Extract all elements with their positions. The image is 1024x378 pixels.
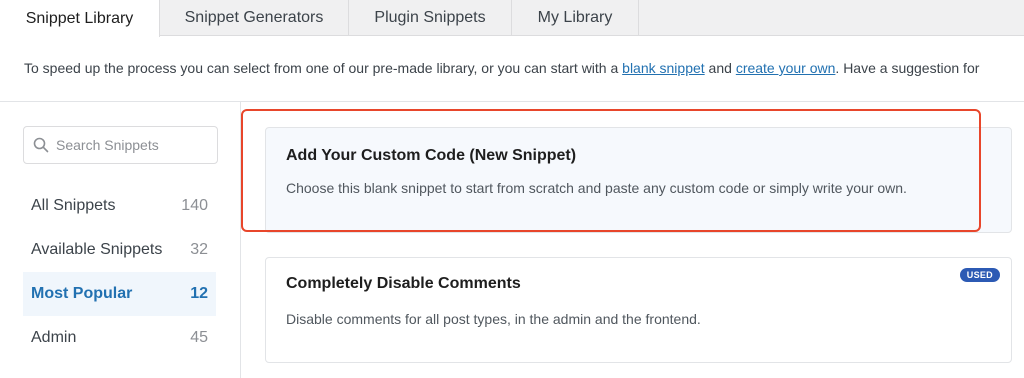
create-your-own-link[interactable]: create your own [736,60,836,76]
blank-snippet-link[interactable]: blank snippet [622,60,705,76]
category-admin[interactable]: Admin 45 [23,316,216,360]
category-count: 12 [190,285,208,302]
category-count: 45 [190,329,208,346]
intro-text-before: To speed up the process you can select f… [24,60,623,76]
category-label: Available Snippets [31,241,163,258]
tab-my-library[interactable]: My Library [512,0,639,36]
header-divider [0,101,1024,102]
card-description: Choose this blank snippet to start from … [286,180,907,196]
card-description: Disable comments for all post types, in … [286,311,701,327]
search-input[interactable] [56,135,206,155]
intro-text-middle: and [704,60,736,76]
tab-snippet-generators[interactable]: Snippet Generators [160,0,349,36]
sidebar-divider [240,102,241,378]
search-box [23,126,218,164]
card-title: Add Your Custom Code (New Snippet) [286,147,577,164]
custom-code-card[interactable]: Add Your Custom Code (New Snippet) Choos… [265,127,1012,233]
disable-comments-card[interactable]: Completely Disable Comments Disable comm… [265,257,1012,363]
intro-text: To speed up the process you can select f… [24,60,1024,76]
category-count: 32 [190,241,208,258]
category-most-popular[interactable]: Most Popular 12 [23,272,216,316]
category-label: Admin [31,329,77,346]
category-available-snippets[interactable]: Available Snippets 32 [23,228,216,272]
category-all-snippets[interactable]: All Snippets 140 [23,184,216,228]
category-count: 140 [181,197,208,214]
search-icon [33,137,49,153]
category-label: All Snippets [31,197,116,214]
intro-text-after: . Have a suggestion for [835,60,980,76]
category-label: Most Popular [31,285,133,302]
card-title: Completely Disable Comments [286,275,521,292]
tabs-bar: Snippet Library Snippet Generators Plugi… [0,0,1024,37]
used-badge: USED [959,268,1000,282]
tab-snippet-library[interactable]: Snippet Library [0,0,160,37]
tab-plugin-snippets[interactable]: Plugin Snippets [349,0,512,36]
